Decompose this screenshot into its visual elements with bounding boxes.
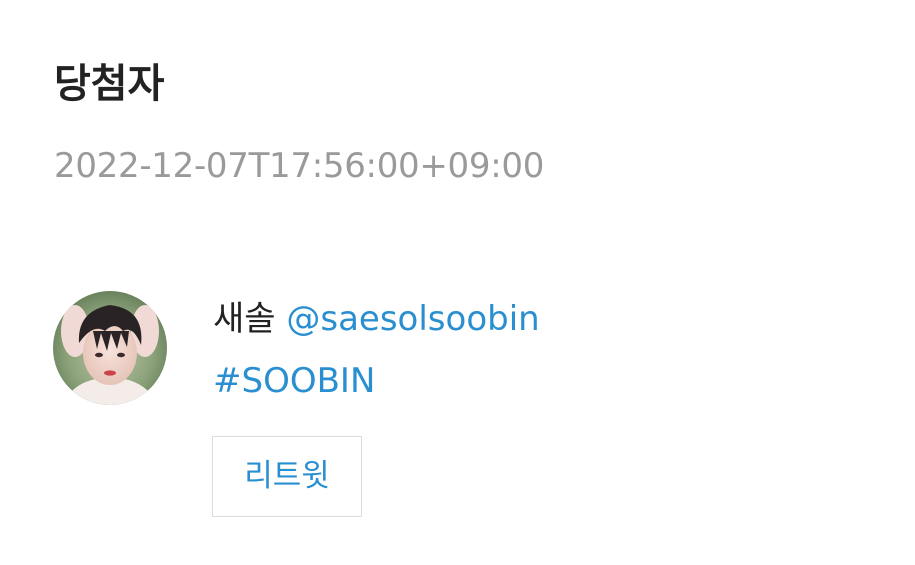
hashtag-link[interactable]: #SOOBIN (213, 358, 375, 404)
avatar-photo-icon (53, 291, 167, 405)
winner-display-name: 새솔 (213, 299, 276, 339)
winner-avatar[interactable] (53, 291, 167, 405)
page-title: 당첨자 (54, 61, 165, 107)
winner-name-line: 새솔 @saesolsoobin (213, 296, 540, 342)
retweet-button[interactable]: 리트윗 (212, 436, 362, 517)
post-timestamp: 2022-12-07T17:56:00+09:00 (54, 146, 545, 186)
winner-handle-link[interactable]: @saesolsoobin (286, 299, 539, 339)
winner-announcement-page: 당첨자 2022-12-07T17:56:00+09:00 새솔 @saesol… (0, 0, 915, 565)
